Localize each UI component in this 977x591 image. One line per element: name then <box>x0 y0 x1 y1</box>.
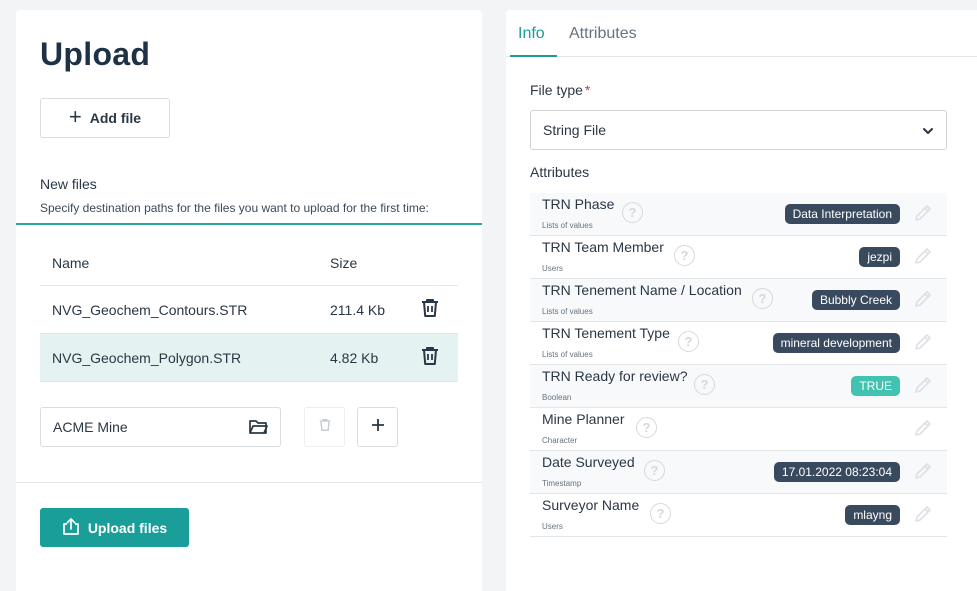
attribute-name: TRN Tenement Name / Location <box>542 282 742 298</box>
table-header: Name Size <box>40 240 458 286</box>
folder-icon[interactable] <box>249 419 268 438</box>
attribute-row: Date Surveyed Timestamp ? 17.01.2022 08:… <box>530 451 947 494</box>
attribute-name: Surveyor Name <box>542 497 640 513</box>
new-files-heading: New files <box>40 176 97 192</box>
upload-files-label: Upload files <box>87 519 168 536</box>
attribute-type: Character <box>542 436 578 445</box>
help-icon[interactable]: ? <box>694 374 715 395</box>
plus-icon <box>371 418 384 436</box>
details-panel: Info Attributes File type * String File A… <box>506 10 977 591</box>
footer-divider <box>16 482 482 483</box>
files-table: Name Size NVG_Geochem_Contours.STR 211.4… <box>40 240 458 382</box>
file-size: 4.82 Kb <box>330 349 379 366</box>
attribute-name: TRN Phase <box>542 196 615 212</box>
attribute-name: Mine Planner <box>542 411 625 427</box>
delete-path-button[interactable] <box>304 407 345 447</box>
page-title: Upload <box>40 36 151 72</box>
tab-info[interactable]: Info <box>518 25 545 43</box>
file-type-label: File type * <box>530 82 591 98</box>
attribute-row: TRN Team Member Users ? jezpi <box>530 236 947 279</box>
attribute-value-badge: Data Interpretation <box>784 204 900 224</box>
trash-icon[interactable] <box>421 298 439 321</box>
attribute-row: TRN Tenement Name / Location Lists of va… <box>530 279 947 322</box>
active-tab-indicator <box>510 55 557 57</box>
attribute-row: TRN Phase Lists of values ? Data Interpr… <box>530 193 947 236</box>
new-files-hint: Specify destination paths for the files … <box>40 201 429 215</box>
file-name: NVG_Geochem_Polygon.STR <box>52 349 242 366</box>
upload-icon <box>62 517 80 538</box>
help-icon[interactable]: ? <box>644 460 665 481</box>
attribute-type: Timestamp <box>542 479 582 488</box>
help-icon[interactable]: ? <box>622 202 643 223</box>
column-header-size: Size <box>330 254 358 271</box>
help-icon[interactable]: ? <box>678 331 699 352</box>
table-row[interactable]: NVG_Geochem_Contours.STR 211.4 Kb <box>40 286 458 334</box>
help-icon[interactable]: ? <box>752 288 773 309</box>
chevron-down-icon <box>922 124 934 140</box>
help-icon[interactable]: ? <box>674 245 695 266</box>
attribute-type: Users <box>542 522 563 531</box>
attribute-row: Mine Planner Character ? <box>530 408 947 451</box>
attribute-row: TRN Ready for review? Boolean ? TRUE <box>530 365 947 408</box>
pencil-icon[interactable] <box>913 504 933 529</box>
pencil-icon[interactable] <box>913 246 933 271</box>
pencil-icon[interactable] <box>913 289 933 314</box>
table-row[interactable]: NVG_Geochem_Polygon.STR 4.82 Kb <box>40 334 458 382</box>
attribute-type: Boolean <box>542 393 572 402</box>
attribute-name: TRN Tenement Type <box>542 325 670 341</box>
column-header-name: Name <box>52 254 90 271</box>
attributes-heading: Attributes <box>530 164 590 180</box>
pencil-icon[interactable] <box>913 375 933 400</box>
pencil-icon[interactable] <box>913 203 933 228</box>
attribute-name: TRN Team Member <box>542 239 664 255</box>
destination-path-value: ACME Mine <box>53 419 128 435</box>
attribute-type: Users <box>542 264 563 273</box>
plus-icon: + <box>68 104 82 129</box>
attribute-value-badge: Bubbly Creek <box>811 290 900 310</box>
attribute-value-badge: TRUE <box>851 376 900 396</box>
upload-panel: Upload + Add file New files Specify dest… <box>16 10 482 591</box>
attributes-list: TRN Phase Lists of values ? Data Interpr… <box>530 193 947 537</box>
attribute-type: Lists of values <box>542 307 593 316</box>
help-icon[interactable]: ? <box>636 417 657 438</box>
destination-path-field[interactable]: ACME Mine <box>40 407 281 447</box>
add-file-label: Add file <box>89 110 142 126</box>
trash-icon <box>319 418 331 437</box>
pencil-icon[interactable] <box>913 461 933 486</box>
add-file-button[interactable]: + Add file <box>40 98 170 138</box>
attribute-row: TRN Tenement Type Lists of values ? mine… <box>530 322 947 365</box>
attribute-name: TRN Ready for review? <box>542 368 688 384</box>
trash-icon[interactable] <box>421 346 439 369</box>
upload-files-button[interactable]: Upload files <box>40 508 189 547</box>
file-size: 211.4 Kb <box>330 301 386 318</box>
attribute-value-badge: 17.01.2022 08:23:04 <box>773 462 900 482</box>
attribute-value-badge: jezpi <box>859 247 900 267</box>
attribute-type: Lists of values <box>542 350 593 359</box>
file-type-select[interactable]: String File <box>530 110 947 150</box>
help-icon[interactable]: ? <box>650 503 671 524</box>
file-name: NVG_Geochem_Contours.STR <box>52 301 248 318</box>
file-type-value: String File <box>543 122 607 138</box>
attribute-type: Lists of values <box>542 221 593 230</box>
attribute-name: Date Surveyed <box>542 454 635 470</box>
pencil-icon[interactable] <box>913 418 933 443</box>
tab-bar: Info Attributes <box>506 10 977 57</box>
tab-attributes[interactable]: Attributes <box>569 25 637 43</box>
section-divider <box>16 223 482 225</box>
required-mark: * <box>584 82 591 98</box>
attribute-row: Surveyor Name Users ? mlayng <box>530 494 947 537</box>
add-path-button[interactable] <box>357 407 398 447</box>
attribute-value-badge: mlayng <box>845 505 900 525</box>
pencil-icon[interactable] <box>913 332 933 357</box>
attribute-value-badge: mineral development <box>772 333 900 353</box>
